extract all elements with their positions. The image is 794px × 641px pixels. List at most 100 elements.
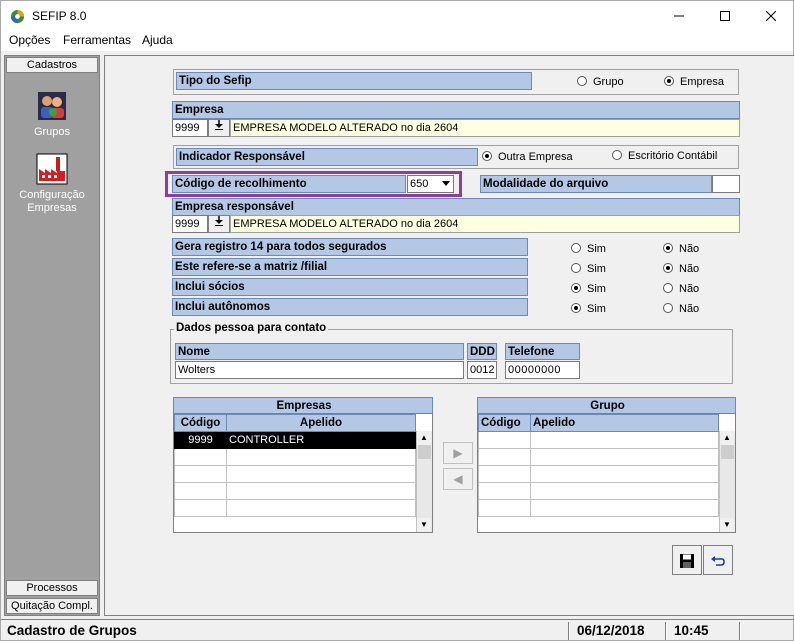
inclui-autonomos-nao[interactable]: Não [663, 302, 699, 316]
table-row[interactable] [478, 465, 735, 483]
matriz-filial-nao[interactable]: Não [663, 262, 699, 276]
menu-bar: Opções Ferramentas Ajuda [0, 31, 794, 51]
inclui-socios-nao[interactable]: Não [663, 282, 699, 296]
sim-label: Sim [587, 243, 606, 255]
sidebar-item-label: Configuração Empresas [19, 189, 85, 214]
sidebar: Cadastros Grupos Configuração Empresas P… [4, 55, 100, 616]
table-row[interactable] [478, 482, 735, 500]
codigo-recolhimento-value: 650 [410, 178, 429, 190]
radio-outra-empresa-label: Outra Empresa [498, 151, 573, 163]
save-button[interactable] [672, 545, 702, 575]
empresa-code-field[interactable]: 9999 [172, 119, 208, 137]
minimize-button[interactable] [656, 1, 702, 31]
telefone-field[interactable]: 00000000 [505, 361, 580, 379]
menu-ajuda[interactable]: Ajuda [142, 33, 173, 47]
scroll-up-icon[interactable]: ▲ [720, 431, 734, 445]
table-row[interactable] [174, 448, 432, 466]
scroll-thumb[interactable] [418, 445, 431, 459]
scroll-down-icon[interactable]: ▼ [417, 518, 431, 532]
radio-dot [577, 76, 587, 86]
radio-dot [571, 243, 581, 253]
nao-label: Não [679, 263, 700, 275]
app-logo-icon [10, 9, 25, 24]
empresas-grid-title: Empresas [173, 397, 433, 414]
modalidade-field[interactable] [712, 175, 740, 193]
radio-dot-selected [663, 243, 673, 253]
matriz-filial-label: Este refere-se a matriz /filial [172, 258, 528, 276]
radio-grupo-label: Grupo [593, 76, 624, 88]
undo-button[interactable] [703, 545, 733, 575]
radio-dot [663, 303, 673, 313]
sidebar-item-processos[interactable]: Processos [6, 580, 98, 596]
table-row[interactable] [478, 431, 735, 449]
sidebar-item-grupos[interactable]: Grupos [5, 90, 99, 138]
sidebar-header-cadastros[interactable]: Cadastros [6, 57, 98, 73]
chevron-down-icon [442, 181, 450, 186]
empresa-name-field: EMPRESA MODELO ALTERADO no dia 2604 [230, 119, 740, 137]
table-row[interactable] [478, 499, 735, 517]
menu-opcoes[interactable]: Opções [9, 33, 50, 47]
status-screen-name: Cadastro de Grupos [7, 623, 137, 638]
arrow-left-icon: ◀ [453, 472, 463, 486]
download-arrow-icon [215, 216, 223, 226]
sidebar-item-configuracao-empresas[interactable]: Configuração Empresas [5, 153, 99, 215]
move-right-button[interactable]: ▶ [443, 442, 473, 464]
status-separator [739, 622, 741, 640]
move-left-button[interactable]: ◀ [443, 468, 473, 490]
modalidade-label: Modalidade do arquivo [480, 175, 712, 193]
title-bar: SEFIP 8.0 [0, 0, 794, 31]
column-header-codigo[interactable]: Código [478, 414, 531, 432]
empresa-lookup-button[interactable] [208, 119, 230, 137]
scroll-spacer [415, 414, 432, 432]
gera-registro-nao[interactable]: Não [663, 242, 699, 256]
sim-label: Sim [587, 283, 606, 295]
grupo-grid-title: Grupo [477, 397, 736, 414]
maximize-button[interactable] [702, 1, 748, 31]
radio-dot-selected [571, 283, 581, 293]
undo-icon [711, 555, 725, 566]
ddd-field[interactable]: 0012 [467, 361, 497, 379]
radio-escritorio-contabil[interactable]: Escritório Contábil [612, 149, 717, 163]
empresa-responsavel-code-field[interactable]: 9999 [172, 215, 208, 233]
nao-label: Não [679, 303, 700, 315]
scroll-up-icon[interactable]: ▲ [417, 431, 431, 445]
table-row[interactable]: 9999 CONTROLLER [174, 431, 432, 449]
radio-empresa[interactable]: Empresa [664, 75, 724, 89]
ddd-label: DDD [467, 343, 497, 360]
nome-field[interactable]: Wolters [175, 361, 464, 379]
nao-label: Não [679, 243, 700, 255]
empresas-scrollbar[interactable]: ▲ ▼ [416, 431, 432, 532]
minimize-icon [674, 15, 684, 17]
empresa-responsavel-lookup-button[interactable] [208, 215, 230, 233]
grupo-grid: Código Apelido ▲ ▼ [477, 413, 736, 533]
matriz-filial-sim[interactable]: Sim [571, 262, 606, 276]
codigo-recolhimento-label: Código de recolhimento [172, 175, 406, 193]
gera-registro-sim[interactable]: Sim [571, 242, 606, 256]
table-row[interactable] [174, 482, 432, 500]
menu-ferramentas[interactable]: Ferramentas [63, 33, 131, 47]
scroll-thumb[interactable] [721, 445, 734, 459]
nome-label: Nome [175, 343, 464, 360]
close-button[interactable] [748, 1, 794, 31]
empresa-responsavel-label: Empresa responsável [172, 198, 740, 216]
grupo-scrollbar[interactable]: ▲ ▼ [719, 431, 735, 532]
radio-grupo[interactable]: Grupo [577, 75, 624, 89]
inclui-autonomos-sim[interactable]: Sim [571, 302, 606, 316]
radio-outra-empresa[interactable]: Outra Empresa [482, 150, 573, 164]
codigo-recolhimento-select[interactable]: 650 [407, 175, 454, 193]
content-panel: Tipo do Sefip Grupo Empresa Empresa 9999… [104, 55, 794, 616]
column-header-codigo[interactable]: Código [174, 414, 227, 432]
table-row[interactable] [174, 465, 432, 483]
column-header-apelido[interactable]: Apelido [226, 414, 416, 432]
column-header-apelido[interactable]: Apelido [530, 414, 719, 432]
table-row[interactable] [478, 448, 735, 466]
indicador-label: Indicador Responsável [176, 148, 478, 166]
scroll-spacer [718, 414, 735, 432]
inclui-socios-sim[interactable]: Sim [571, 282, 606, 296]
sidebar-item-quitacao-compl[interactable]: Quitação Compl. [6, 598, 98, 614]
scroll-down-icon[interactable]: ▼ [720, 518, 734, 532]
status-time: 10:45 [674, 623, 709, 638]
empresa-label: Empresa [172, 101, 740, 119]
maximize-icon [720, 11, 730, 21]
table-row[interactable] [174, 499, 432, 517]
